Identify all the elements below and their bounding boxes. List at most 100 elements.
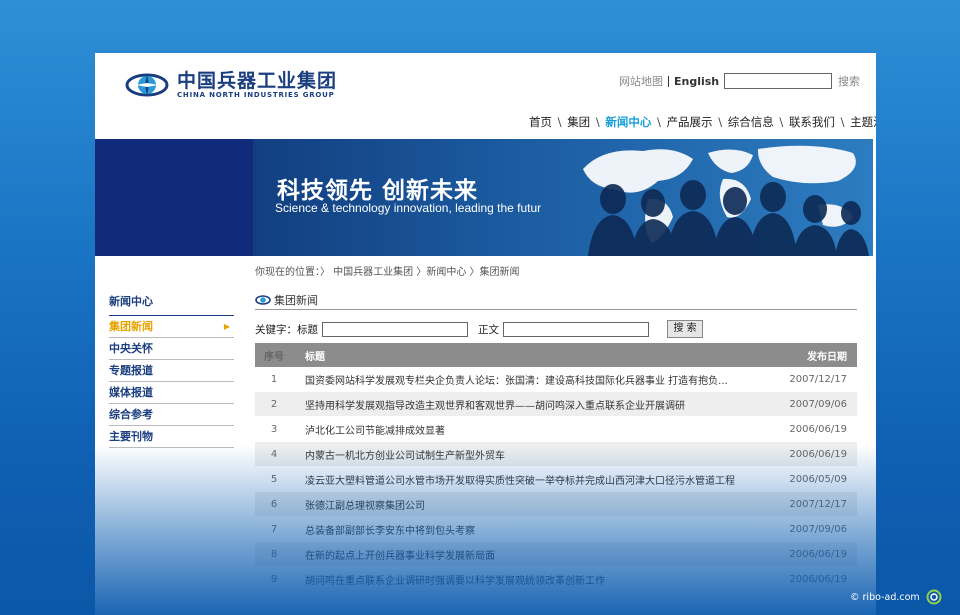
row-index: 4 (255, 441, 293, 467)
table-row[interactable]: 5 凌云亚大塑料管道公司水管市场开发取得实质性突破一举夺标并完成山西河津大口径污水… (255, 466, 857, 492)
search-input[interactable] (724, 73, 832, 89)
sidebar: 新闻中心 集团新闻 ▶ 中央关怀专题报道媒体报道综合参考主要刊物 (109, 293, 234, 448)
sidebar-item-label: 中央关怀 (109, 342, 153, 355)
title-search-input[interactable] (322, 321, 468, 337)
row-date: 2007/12/17 (766, 367, 857, 392)
sidebar-item[interactable]: 中央关怀 (109, 339, 234, 360)
news-table: 序号 标题 发布日期 1 国资委网站科学发展观专栏央企负责人论坛：张国清：建设高科… (255, 343, 857, 592)
english-link[interactable]: English (674, 75, 719, 88)
top-links-divider (668, 75, 669, 87)
news-title-link[interactable]: 在新的起点上开创兵器事业科学发展新局面 (293, 541, 766, 567)
logo-chinese-name: 中国兵器工业集团 (177, 69, 338, 92)
table-row[interactable]: 6 张德江副总理视察集团公司 2007/12/17 (255, 491, 857, 517)
banner-left-block (95, 139, 253, 256)
section-title: 集团新闻 (274, 294, 318, 307)
news-title-link[interactable]: 内蒙古一机北方创业公司试制生产新型外贸车 (293, 441, 766, 467)
keyword-label: 关键字： (255, 323, 297, 336)
column-header-date: 发布日期 (766, 343, 857, 367)
row-index: 8 (255, 541, 293, 567)
news-title-link[interactable]: 总装备部副部长李安东中将到包头考察 (293, 516, 766, 542)
row-date: 2006/05/09 (766, 466, 857, 492)
nav-item[interactable]: 首页 (529, 115, 552, 129)
nav-divider: \ (653, 115, 665, 129)
nav-item[interactable]: 新闻中心 (605, 115, 651, 129)
table-row[interactable]: 7 总装备部副部长李安东中将到包头考察 2007/09/06 (255, 516, 857, 542)
nav-item[interactable]: 集团 (567, 115, 590, 129)
news-title-link[interactable]: 坚持用科学发展观指导改造主观世界和客观世界——胡问鸣深入重点联系企业开展调研 (293, 391, 766, 417)
news-title-link[interactable]: 国资委网站科学发展观专栏央企负责人论坛：张国清：建设高科技国际化兵器事业 打造有… (293, 367, 766, 392)
banner: 科技领先 创新未来 Science & technology innovatio… (253, 139, 873, 256)
logo-english-name: CHINA NORTH INDUSTRIES GROUP (177, 90, 335, 99)
group-logo-icon (125, 73, 169, 97)
sidebar-item-label: 专题报道 (109, 364, 153, 377)
news-title-link[interactable]: 胡问鸣在重点联系企业调研时强调要以科学发展观统领改革创新工作 (293, 566, 766, 592)
table-row[interactable]: 3 泸北化工公司节能减排成效显著 2006/06/19 (255, 416, 857, 442)
top-links: 网站地图 English (619, 73, 719, 89)
row-date: 2007/09/06 (766, 391, 857, 417)
nav-divider: \ (554, 115, 566, 129)
news-title-link[interactable]: 泸北化工公司节能减排成效显著 (293, 416, 766, 442)
nav-divider: \ (592, 115, 604, 129)
section-logo-icon (255, 295, 271, 305)
news-search-form: 关键字： 标题 正文 搜 索 (255, 320, 703, 338)
nav-divider: \ (714, 115, 726, 129)
banner-subtitle: Science & technology innovation, leading… (275, 201, 542, 215)
table-header-row: 序号 标题 发布日期 (255, 343, 857, 367)
search-button[interactable]: 搜索 (838, 73, 860, 89)
row-index: 9 (255, 566, 293, 592)
nav-divider: \ (836, 115, 849, 129)
row-date: 2006/06/19 (766, 441, 857, 467)
row-index: 1 (255, 367, 293, 392)
row-index: 7 (255, 516, 293, 542)
nav-divider: \ (775, 115, 787, 129)
sidebar-item-label: 主要刊物 (109, 430, 153, 443)
watermark-text: © ribo-ad.com (850, 591, 920, 603)
table-row[interactable]: 2 坚持用科学发展观指导改造主观世界和客观世界——胡问鸣深入重点联系企业开展调研 2… (255, 391, 857, 417)
sidebar-item[interactable]: 专题报道 (109, 361, 234, 382)
sidebar-item-label: 集团新闻 (109, 320, 153, 333)
sidebar-item[interactable]: 主要刊物 (109, 427, 234, 448)
ribo-logo-icon (926, 589, 942, 605)
sidebar-item[interactable]: 媒体报道 (109, 383, 234, 404)
news-search-button[interactable]: 搜 索 (667, 320, 703, 338)
nav-item[interactable]: 综合信息 (728, 115, 774, 129)
main-nav: 首页 \ 集团 \ 新闻中心 \ 产品展示 \ 综合信息 \ 联系我们 \ 主题… (529, 114, 876, 130)
logo[interactable]: 中国兵器工业集团 CHINA NORTH INDUSTRIES GROUP (125, 69, 375, 101)
column-header-index: 序号 (255, 343, 293, 367)
row-date: 2006/06/19 (766, 416, 857, 442)
nav-item[interactable]: 产品展示 (667, 115, 713, 129)
row-date: 2006/06/19 (766, 566, 857, 592)
breadcrumb: 你现在的位置：〉 中国兵器工业集团 〉新闻中心 〉集团新闻 (255, 267, 520, 278)
nav-item[interactable]: 联系我们 (789, 115, 835, 129)
section-header: 集团新闻 (255, 291, 857, 310)
banner-title: 科技领先 创新未来 (277, 178, 479, 204)
body-label: 正文 (478, 323, 499, 336)
nav-item[interactable]: 主题活动 (850, 115, 876, 129)
row-index: 6 (255, 491, 293, 517)
row-date: 2007/09/06 (766, 516, 857, 542)
sidebar-title: 新闻中心 (109, 293, 234, 316)
row-date: 2006/06/19 (766, 541, 857, 567)
table-row[interactable]: 1 国资委网站科学发展观专栏央企负责人论坛：张国清：建设高科技国际化兵器事业 打造… (255, 367, 857, 392)
sidebar-item[interactable]: 综合参考 (109, 405, 234, 426)
news-title-link[interactable]: 凌云亚大塑料管道公司水管市场开发取得实质性突破一举夺标并完成山西河津大口径污水管… (293, 466, 766, 492)
row-index: 3 (255, 416, 293, 442)
body-search-input[interactable] (503, 321, 649, 337)
column-header-title: 标题 (293, 343, 766, 367)
table-row[interactable]: 9 胡问鸣在重点联系企业调研时强调要以科学发展观统领改革创新工作 2006/06/1… (255, 566, 857, 592)
sidebar-item[interactable]: 集团新闻 ▶ (109, 317, 234, 338)
news-title-link[interactable]: 张德江副总理视察集团公司 (293, 491, 766, 517)
row-index: 2 (255, 391, 293, 417)
sitemap-link[interactable]: 网站地图 (619, 73, 663, 89)
row-index: 5 (255, 466, 293, 492)
section: 集团新闻 (255, 291, 857, 310)
title-label: 标题 (297, 323, 318, 336)
sidebar-item-label: 综合参考 (109, 408, 153, 421)
arrow-right-icon: ▶ (223, 322, 230, 331)
watermark: © ribo-ad.com (850, 589, 942, 605)
sidebar-item-label: 媒体报道 (109, 386, 153, 399)
row-date: 2007/12/17 (766, 491, 857, 517)
table-row[interactable]: 4 内蒙古一机北方创业公司试制生产新型外贸车 2006/06/19 (255, 441, 857, 467)
table-row[interactable]: 8 在新的起点上开创兵器事业科学发展新局面 2006/06/19 (255, 541, 857, 567)
page-panel: 中国兵器工业集团 CHINA NORTH INDUSTRIES GROUP 网站… (95, 53, 876, 615)
